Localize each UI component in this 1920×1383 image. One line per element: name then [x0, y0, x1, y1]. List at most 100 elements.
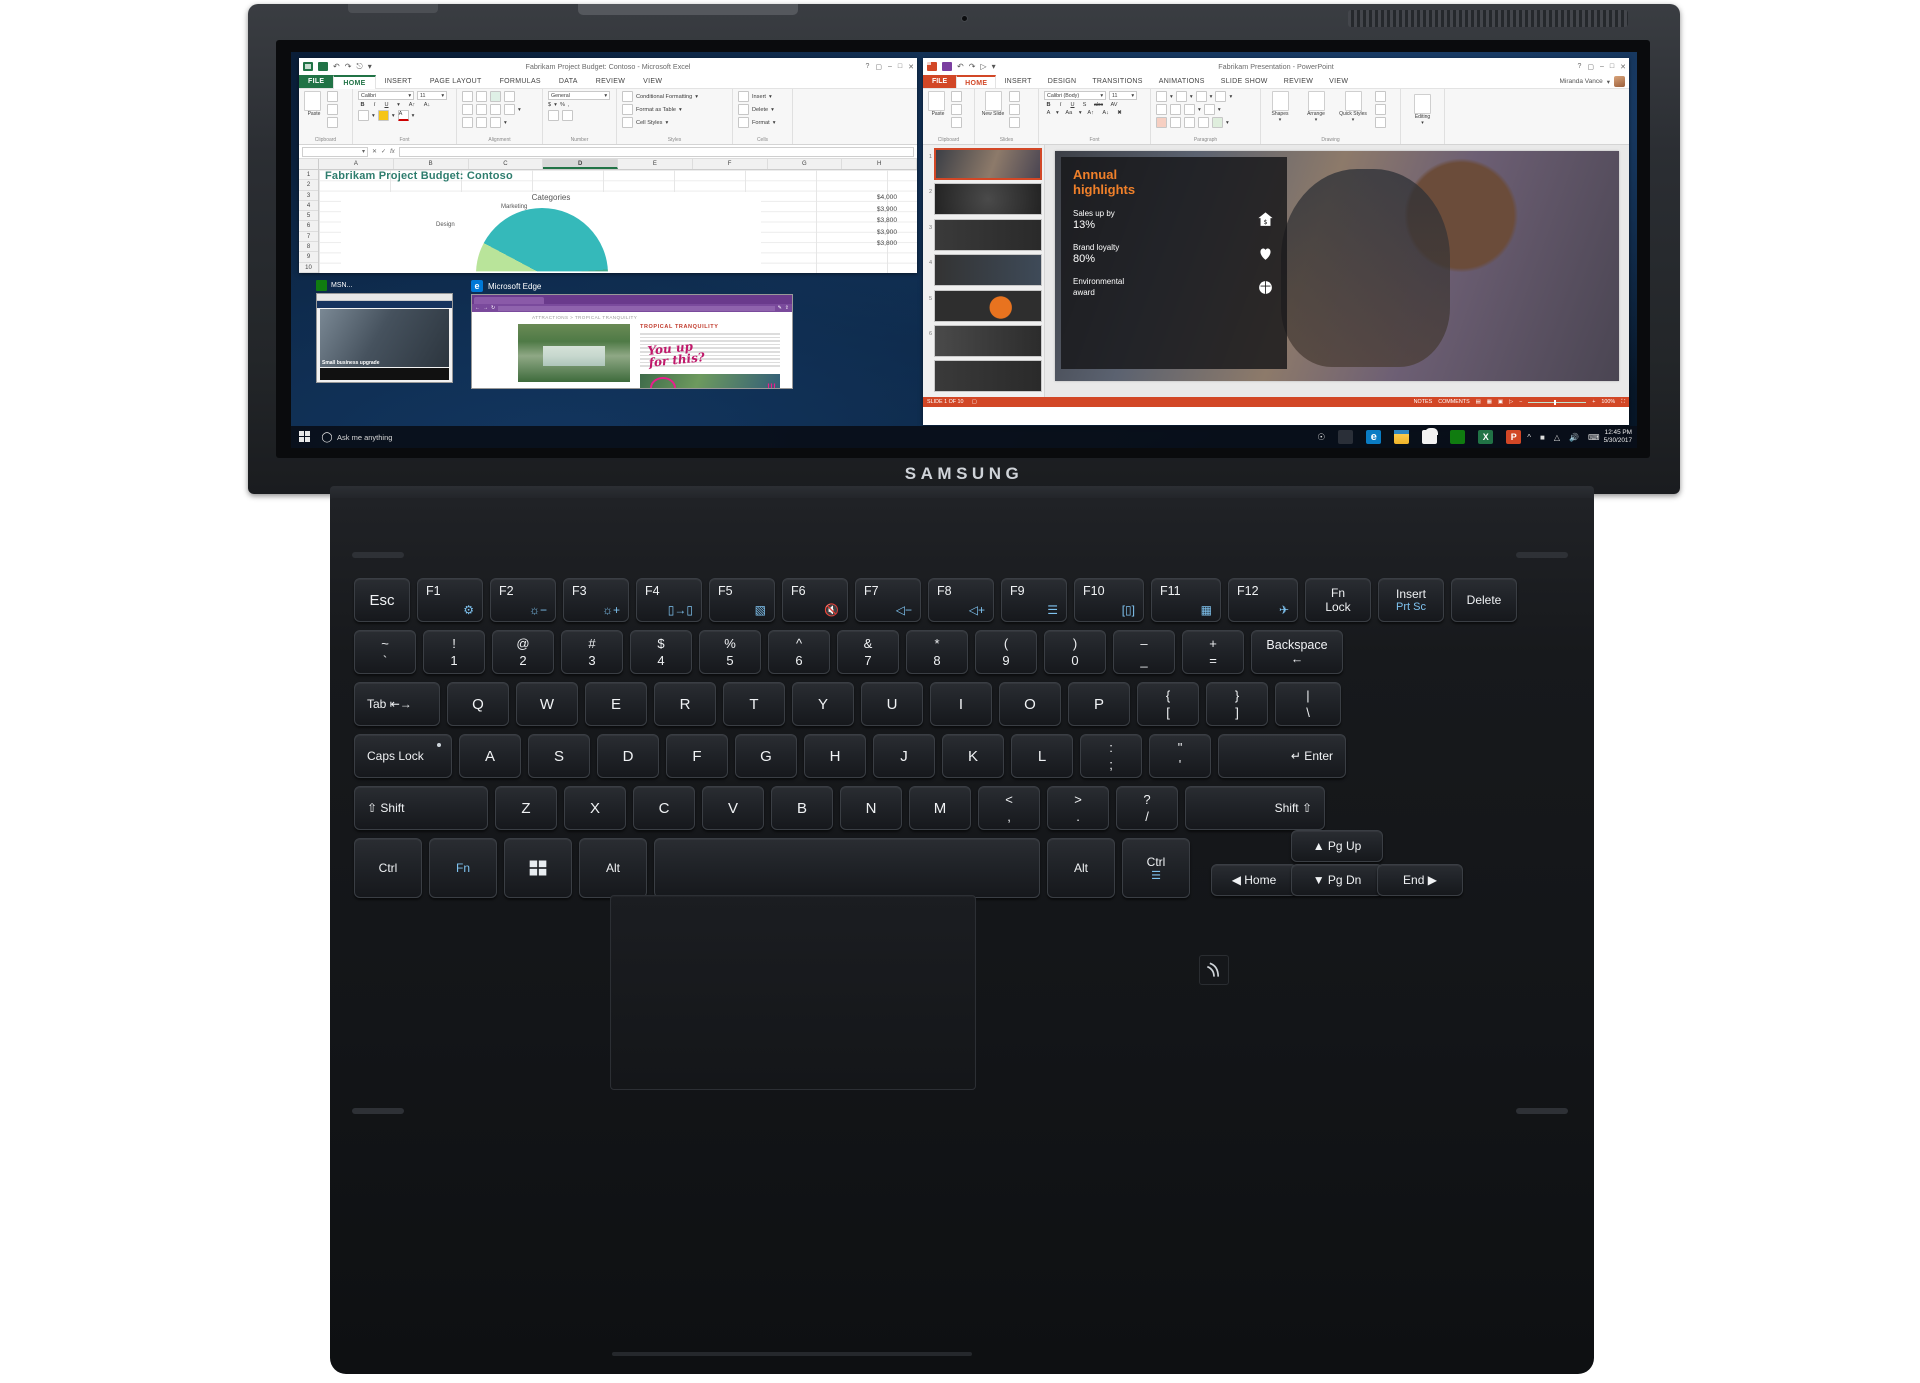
- start-button[interactable]: [291, 430, 317, 444]
- current-slide[interactable]: Annual highlights Sales up by 13% $ Bran…: [1055, 151, 1619, 381]
- key-ctrl-left[interactable]: Ctrl: [354, 838, 422, 898]
- key-w[interactable]: W: [516, 682, 578, 726]
- cut-icon[interactable]: [951, 91, 962, 102]
- wrap-text-icon[interactable]: [490, 117, 501, 128]
- key-caps-lock[interactable]: Caps Lock: [354, 734, 452, 778]
- key-page-up[interactable]: ▲ Pg Up: [1291, 830, 1383, 862]
- key-y[interactable]: Y: [792, 682, 854, 726]
- ribbon-group-styles[interactable]: Conditional Formatting ▾ Format as Table ▾…: [617, 89, 733, 144]
- align-center-icon[interactable]: [1170, 117, 1181, 128]
- battery-icon[interactable]: ■: [1540, 433, 1545, 442]
- name-box[interactable]: ▾: [302, 146, 368, 157]
- ribbon-group-paragraph[interactable]: ▾ ▾ ▾ ▾ ▾ ▾ ▾ Paragraph: [1151, 89, 1261, 144]
- edge-tab-bar[interactable]: [472, 295, 792, 304]
- minimize-icon[interactable]: –: [888, 63, 892, 71]
- ribbon-options-icon[interactable]: ▢: [875, 63, 882, 71]
- function-key-row[interactable]: Esc F1 ⚙ F2 ☼− F3 ☼+ F4 ▯→▯ F5 ▧ F6 🔇 F7 ◁− F8 ◁…: [354, 578, 1570, 622]
- web-note-icon[interactable]: ✎: [778, 305, 782, 311]
- slide-editing-area[interactable]: Annual highlights Sales up by 13% $ Bran…: [1045, 145, 1629, 397]
- key-ctrl-right[interactable]: Ctrl ☰: [1122, 838, 1190, 898]
- copy-icon[interactable]: [327, 104, 338, 115]
- key-backspace[interactable]: Backspace ←: [1251, 630, 1343, 674]
- ribbon-group-editing[interactable]: Editing ▾: [1401, 89, 1445, 144]
- character-spacing-icon[interactable]: AV: [1108, 102, 1120, 108]
- key-r[interactable]: R: [654, 682, 716, 726]
- key-f3[interactable]: F3 ☼+: [563, 578, 629, 622]
- row-10[interactable]: 10: [299, 263, 318, 273]
- align-bottom-icon[interactable]: [490, 91, 501, 102]
- new-slide-button[interactable]: [984, 91, 1002, 111]
- font-color-icon[interactable]: A: [397, 110, 409, 121]
- column-a[interactable]: A: [319, 159, 394, 169]
- forward-icon[interactable]: →: [483, 305, 488, 311]
- minimize-icon[interactable]: –: [1600, 63, 1604, 71]
- thumbnail-row[interactable]: 2: [925, 183, 1042, 216]
- slide-thumbnail-4[interactable]: [934, 254, 1042, 287]
- decrease-indent-icon[interactable]: [1156, 104, 1167, 115]
- column-e[interactable]: E: [618, 159, 693, 169]
- insert-cells-icon[interactable]: [738, 91, 749, 102]
- ribbon-group-clipboard[interactable]: Paste Clipboard: [923, 89, 975, 144]
- tab-animations[interactable]: ANIMATIONS: [1151, 75, 1213, 88]
- tab-data[interactable]: DATA: [550, 75, 587, 88]
- touchpad[interactable]: [610, 895, 976, 1090]
- key-a[interactable]: A: [459, 734, 521, 778]
- fill-color-icon[interactable]: [377, 110, 389, 121]
- reading-view-icon[interactable]: ▣: [1498, 399, 1503, 405]
- close-icon[interactable]: ✕: [908, 63, 914, 71]
- key-1[interactable]: ! 1: [423, 630, 485, 674]
- ppt-zoom-level[interactable]: 100%: [1601, 399, 1615, 405]
- copy-icon[interactable]: [951, 104, 962, 115]
- shape-outline-icon[interactable]: [1375, 104, 1386, 115]
- increase-font-icon[interactable]: A↑: [1085, 110, 1097, 116]
- key-g[interactable]: G: [735, 734, 797, 778]
- row-3[interactable]: 3: [299, 191, 318, 201]
- tab-transitions[interactable]: TRANSITIONS: [1084, 75, 1150, 88]
- increase-decimal-icon[interactable]: [548, 110, 559, 121]
- thumbnail-row[interactable]: 1: [925, 148, 1042, 180]
- tab-insert[interactable]: INSERT: [376, 75, 421, 88]
- system-tray[interactable]: ^ ■ △ 🔊 ⌨: [1527, 433, 1603, 442]
- shape-effects-icon[interactable]: [1375, 117, 1386, 128]
- excel-icon[interactable]: X: [1478, 430, 1494, 444]
- key-f6[interactable]: F6 🔇: [782, 578, 848, 622]
- key-o[interactable]: O: [999, 682, 1061, 726]
- excel-window-buttons[interactable]: ? ▢ – □ ✕: [865, 63, 914, 71]
- edge-screenshot[interactable]: ← → ↻ ✎ ⇪ ATTRACTIONS > TROPICAL TRANQUI…: [471, 294, 793, 389]
- excel-ribbon-tabs[interactable]: FILE HOME INSERT PAGE LAYOUT FORMULAS DA…: [299, 75, 917, 89]
- key-enter[interactable]: ↵ Enter: [1218, 734, 1346, 778]
- key-h[interactable]: H: [804, 734, 866, 778]
- ppt-window-buttons[interactable]: ? ▢ – □ ✕: [1577, 63, 1626, 71]
- excel-ribbon[interactable]: Paste Clipboard Calibri ▾ 11 ▾ B I U ▾ A…: [299, 89, 917, 145]
- font-name-combo[interactable]: Calibri ▾: [358, 91, 414, 100]
- key-s[interactable]: S: [528, 734, 590, 778]
- key-3[interactable]: #3: [561, 630, 623, 674]
- refresh-icon[interactable]: ↻: [491, 305, 495, 311]
- edge-icon[interactable]: e: [1366, 430, 1382, 444]
- key-4[interactable]: $4: [630, 630, 692, 674]
- wifi-icon[interactable]: △: [1554, 433, 1560, 442]
- zoom-out-icon[interactable]: −: [1519, 399, 1522, 405]
- text-direction-icon[interactable]: [1215, 91, 1227, 102]
- key-alt-left[interactable]: Alt: [579, 838, 647, 898]
- key-f11[interactable]: F11 ▦: [1151, 578, 1221, 622]
- windows-taskbar[interactable]: ◯ Ask me anything ☉ e X P ^ ■ △ 🔊 ⌨ 12:4…: [291, 426, 1637, 448]
- align-top-icon[interactable]: [462, 91, 473, 102]
- excel-cell-area[interactable]: Fabrikam Project Budget: Contoso Categor…: [319, 170, 917, 273]
- key-0[interactable]: ) 0: [1044, 630, 1106, 674]
- decrease-decimal-icon[interactable]: [562, 110, 573, 121]
- slide-thumbnail-panel[interactable]: 1 2 3 4 5 6: [923, 145, 1045, 397]
- currency-icon[interactable]: $: [548, 102, 551, 108]
- ppt-ribbon-tabs[interactable]: FILE HOME INSERT DESIGN TRANSITIONS ANIM…: [923, 75, 1629, 89]
- key-d[interactable]: D: [597, 734, 659, 778]
- insert-function-icon[interactable]: fx: [390, 149, 395, 155]
- font-size-combo[interactable]: 11 ▾: [1109, 91, 1137, 100]
- accept-entry-icon[interactable]: ✓: [381, 148, 386, 155]
- maximize-icon[interactable]: □: [898, 63, 902, 71]
- strikethrough-icon[interactable]: abc: [1092, 102, 1105, 108]
- columns-icon[interactable]: [1184, 104, 1195, 115]
- ribbon-group-font[interactable]: Calibri (Body) ▾ 11 ▾ B I U S abc AV A ▾…: [1039, 89, 1151, 144]
- key-t[interactable]: T: [723, 682, 785, 726]
- select-all-corner[interactable]: [299, 159, 319, 169]
- tab-file[interactable]: FILE: [299, 75, 334, 88]
